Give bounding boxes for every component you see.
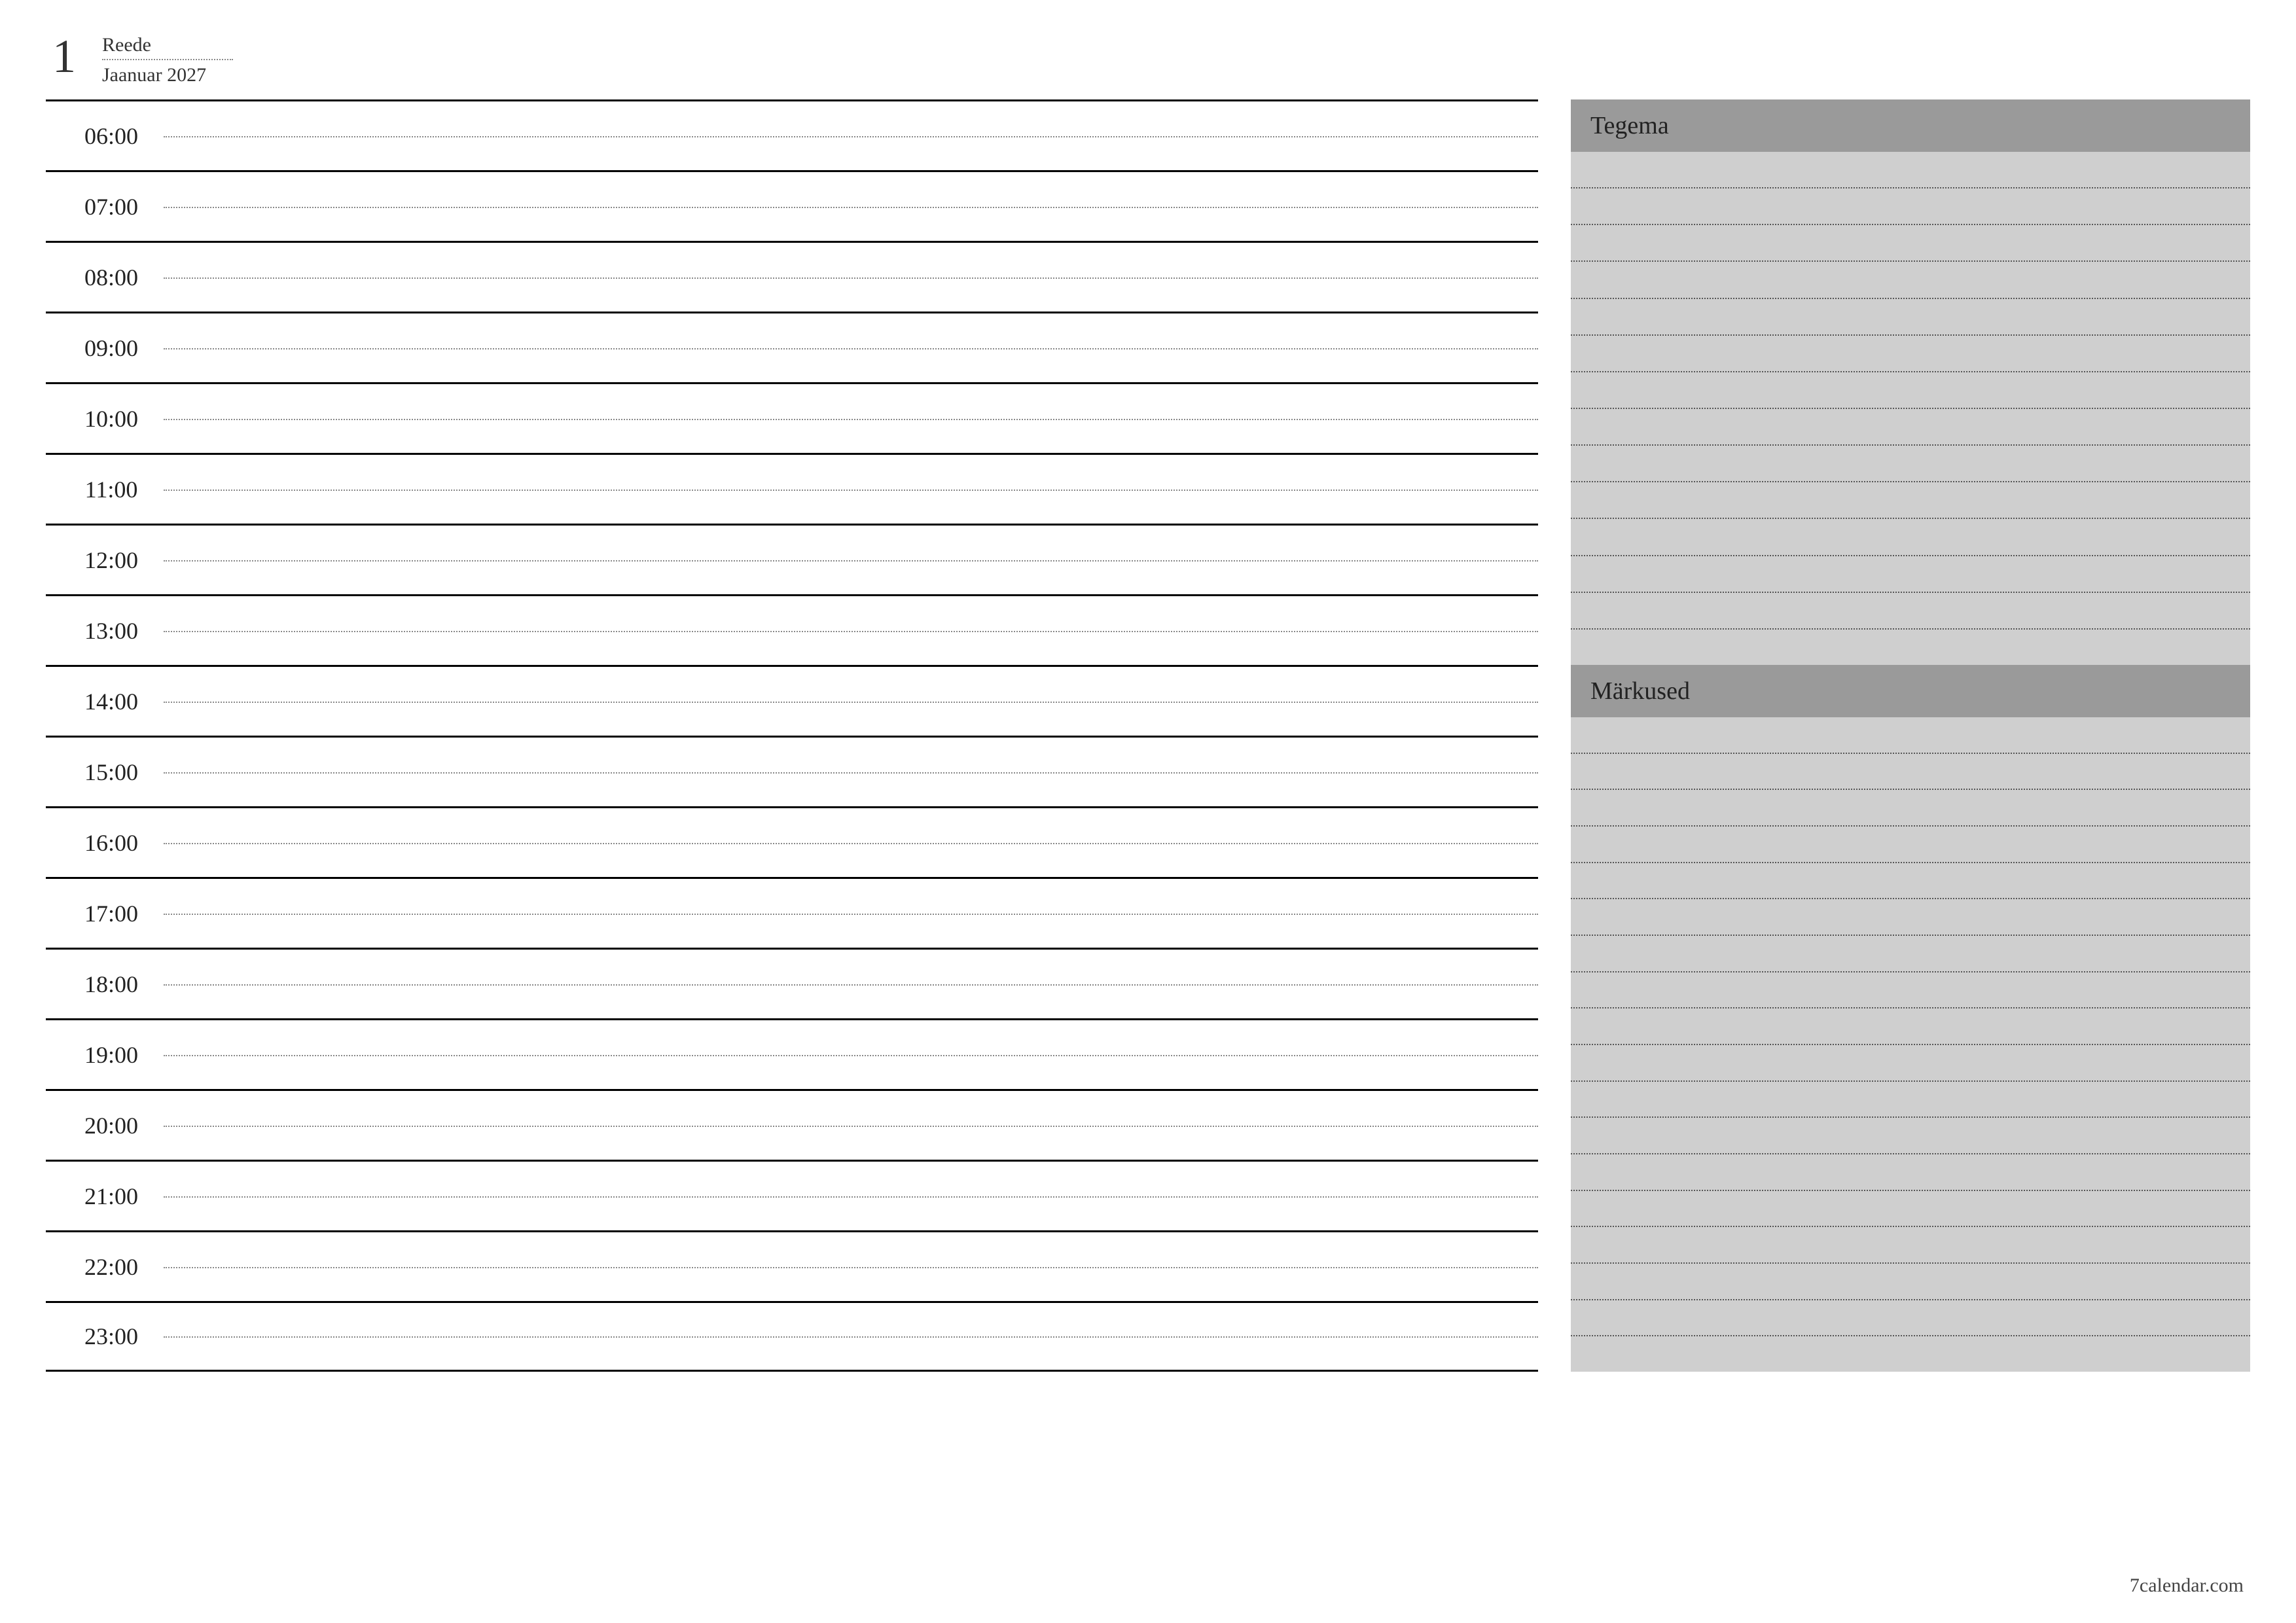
hour-row: 19:00 [46, 1018, 1538, 1089]
todo-line [1571, 482, 2250, 519]
planner-content: 06:00 07:00 08:00 09:00 10:00 11:00 12:00 13:00… [46, 99, 2250, 1372]
notes-line [1571, 1045, 2250, 1082]
todo-line [1571, 409, 2250, 446]
todo-line [1571, 446, 2250, 482]
hour-label: 20:00 [46, 1112, 157, 1139]
todo-lines [1571, 152, 2250, 665]
todo-panel: Tegema [1571, 99, 2250, 665]
hour-row: 16:00 [46, 806, 1538, 877]
hour-row: 15:00 [46, 736, 1538, 806]
todo-line [1571, 336, 2250, 372]
notes-line [1571, 1336, 2250, 1372]
day-meta: Reede Jaanuar 2027 [102, 33, 233, 86]
hour-row: 09:00 [46, 312, 1538, 382]
notes-line [1571, 1227, 2250, 1264]
planner-header: 1 Reede Jaanuar 2027 [46, 33, 2250, 86]
todo-line [1571, 225, 2250, 262]
notes-line [1571, 936, 2250, 972]
todo-line [1571, 519, 2250, 556]
month-year-label: Jaanuar 2027 [102, 64, 233, 86]
hour-row: 10:00 [46, 382, 1538, 453]
hour-row: 07:00 [46, 170, 1538, 241]
notes-line [1571, 1264, 2250, 1300]
hour-label: 14:00 [46, 688, 157, 715]
todo-line [1571, 593, 2250, 630]
todo-line [1571, 556, 2250, 593]
notes-line [1571, 1154, 2250, 1191]
todo-line [1571, 262, 2250, 298]
notes-line [1571, 1082, 2250, 1118]
hour-label: 07:00 [46, 193, 157, 221]
notes-line [1571, 899, 2250, 936]
hour-row: 06:00 [46, 99, 1538, 170]
hour-row: 21:00 [46, 1160, 1538, 1230]
hour-label: 06:00 [46, 122, 157, 150]
hour-row: 13:00 [46, 594, 1538, 665]
hour-label: 08:00 [46, 264, 157, 291]
notes-lines [1571, 717, 2250, 1372]
todo-line [1571, 372, 2250, 409]
todo-header: Tegema [1571, 99, 2250, 152]
hour-label: 12:00 [46, 546, 157, 574]
notes-line [1571, 1008, 2250, 1045]
hour-label: 17:00 [46, 900, 157, 927]
hour-label: 09:00 [46, 334, 157, 362]
footer-site: 7calendar.com [2130, 1575, 2244, 1597]
todo-line [1571, 152, 2250, 188]
hour-label: 21:00 [46, 1183, 157, 1210]
hour-label: 11:00 [46, 476, 157, 503]
notes-line [1571, 972, 2250, 1009]
notes-line [1571, 827, 2250, 863]
weekday-label: Reede [102, 34, 233, 60]
hour-label: 16:00 [46, 829, 157, 857]
notes-line [1571, 1191, 2250, 1228]
notes-line [1571, 717, 2250, 754]
todo-line [1571, 299, 2250, 336]
hour-row: 23:00 [46, 1301, 1538, 1372]
notes-line [1571, 863, 2250, 900]
hour-label: 10:00 [46, 405, 157, 433]
hour-row: 17:00 [46, 877, 1538, 948]
hour-schedule: 06:00 07:00 08:00 09:00 10:00 11:00 12:00 13:00… [46, 99, 1538, 1372]
hour-row: 14:00 [46, 665, 1538, 736]
notes-line [1571, 1300, 2250, 1337]
hour-row: 22:00 [46, 1230, 1538, 1301]
hour-label: 13:00 [46, 617, 157, 645]
hour-row: 11:00 [46, 453, 1538, 524]
notes-line [1571, 1118, 2250, 1154]
sidebar: Tegema Märkused [1571, 99, 2250, 1372]
hour-label: 18:00 [46, 971, 157, 998]
todo-line [1571, 630, 2250, 665]
hour-label: 15:00 [46, 758, 157, 786]
day-number: 1 [52, 33, 76, 80]
todo-line [1571, 188, 2250, 225]
hour-row: 08:00 [46, 241, 1538, 312]
hour-row: 12:00 [46, 524, 1538, 594]
hour-row: 18:00 [46, 948, 1538, 1018]
notes-line [1571, 754, 2250, 791]
hour-label: 23:00 [46, 1323, 157, 1350]
notes-line [1571, 790, 2250, 827]
hour-label: 19:00 [46, 1041, 157, 1069]
hour-row: 20:00 [46, 1089, 1538, 1160]
hour-label: 22:00 [46, 1253, 157, 1281]
notes-header: Märkused [1571, 665, 2250, 717]
notes-panel: Märkused [1571, 665, 2250, 1372]
